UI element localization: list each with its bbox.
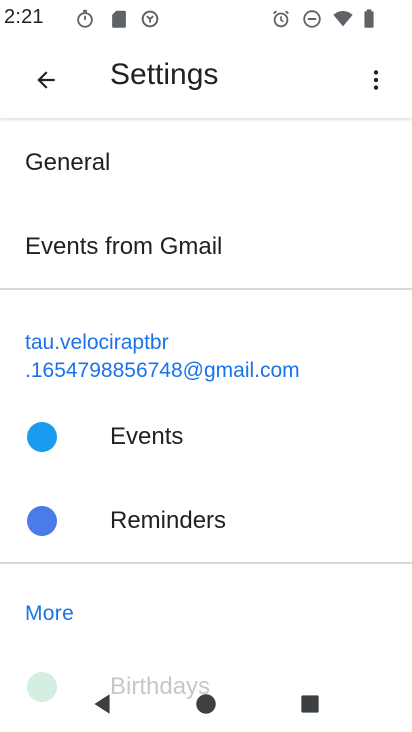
back-button[interactable] [22, 56, 70, 104]
general-label: General [25, 149, 111, 176]
more-options-button[interactable] [354, 56, 398, 104]
screen: 2:21 Settings General Events from Gmail … [0, 0, 412, 732]
more-section-header: More [25, 602, 75, 625]
arrow-back-icon [37, 71, 55, 89]
nav-back-button[interactable] [88, 690, 116, 718]
account-email-line1: tau.velociraptbr [25, 331, 169, 354]
more-vert-icon [373, 70, 379, 90]
general-settings-item[interactable]: General [0, 121, 412, 205]
status-time: 2:21 [4, 6, 44, 28]
section-divider [0, 562, 412, 564]
calendar-label: Events [110, 423, 184, 450]
account-email-line2: .1654798856748@gmail.com [25, 359, 300, 382]
status-bar: 2:21 [0, 0, 412, 40]
battery-icon [364, 9, 374, 28]
alarm-icon [273, 10, 289, 28]
events-from-gmail-item[interactable]: Events from Gmail [0, 205, 412, 289]
do-not-disturb-icon [303, 10, 321, 28]
calendar-item-reminders[interactable]: Reminders [0, 479, 412, 563]
nav-home-button[interactable] [192, 690, 220, 718]
calendar-color-dot [27, 422, 57, 452]
nav-recents-button[interactable] [296, 690, 324, 718]
calendar-item-events[interactable]: Events [0, 395, 412, 479]
wifi-icon [333, 10, 353, 27]
home-circle-icon [196, 694, 216, 714]
calendar-label: Reminders [110, 507, 227, 534]
no-sync-icon [141, 10, 159, 28]
back-triangle-icon [94, 694, 110, 714]
sd-card-icon [112, 10, 126, 28]
events-from-gmail-label: Events from Gmail [25, 233, 223, 260]
section-divider [0, 288, 412, 290]
account-email[interactable]: tau.velociraptbr .1654798856748@gmail.co… [25, 329, 385, 385]
recents-square-icon [301, 695, 319, 713]
calendar-color-dot [27, 506, 57, 536]
system-navigation-bar [0, 672, 412, 732]
page-title: Settings [110, 58, 219, 91]
app-bar: Settings [0, 40, 412, 118]
stopwatch-icon [77, 9, 93, 28]
